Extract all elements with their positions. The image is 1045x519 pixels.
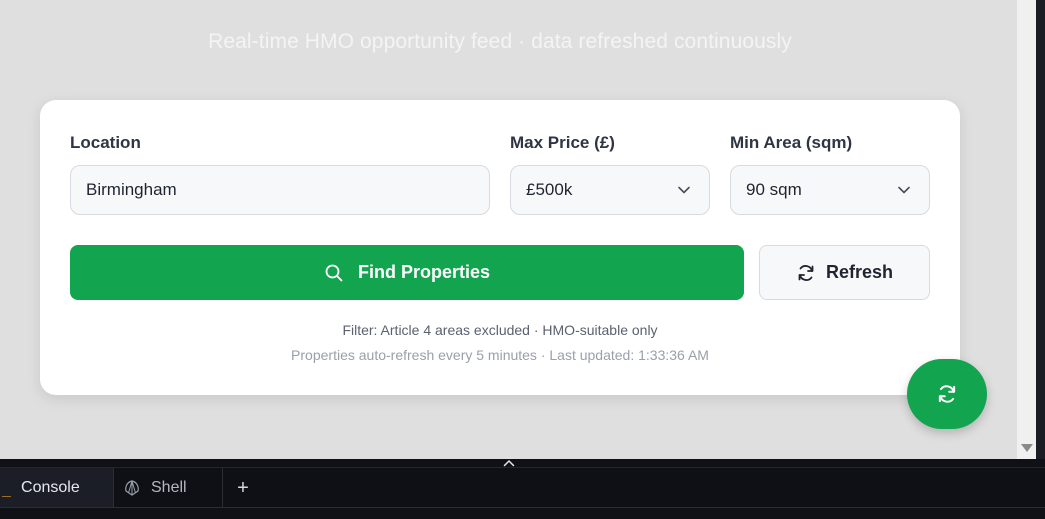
location-input[interactable]	[70, 165, 490, 215]
find-properties-label: Find Properties	[357, 262, 491, 282]
chevron-down-icon	[898, 186, 910, 194]
refresh-note: Properties auto-refresh every 5 minutes …	[291, 347, 709, 363]
shell-icon	[125, 480, 139, 496]
vertical-scrollbar[interactable]	[1017, 0, 1036, 459]
min-area-label: Min Area (sqm)	[730, 133, 853, 152]
refresh-label: Refresh	[825, 262, 894, 282]
floating-refresh-button[interactable]	[907, 359, 987, 429]
refresh-button[interactable]: Refresh	[759, 245, 930, 300]
page-subtitle: Real-time HMO opportunity feed · data re…	[208, 30, 792, 53]
app-viewport: Real-time HMO opportunity feed · data re…	[0, 0, 1017, 459]
panel-resize-handle[interactable]	[0, 459, 1045, 467]
max-price-select[interactable]: £500k	[510, 165, 710, 215]
max-price-value: £500k	[526, 180, 573, 199]
console-icon: _	[2, 479, 12, 497]
max-price-label: Max Price (£)	[510, 133, 615, 152]
status-strip	[0, 507, 1045, 519]
window-edge	[1036, 0, 1045, 459]
filter-note: Filter: Article 4 areas excluded · HMO-s…	[342, 322, 658, 338]
search-icon	[325, 264, 343, 281]
add-tab-button[interactable]: +	[232, 468, 254, 508]
min-area-value: 90 sqm	[746, 180, 802, 199]
tab-console-label: Console	[21, 479, 80, 496]
tab-console[interactable]: _ Console	[0, 468, 114, 508]
search-card: Location Max Price (£) £500k Min Area (s…	[40, 100, 960, 395]
refresh-icon	[938, 385, 956, 403]
tab-shell[interactable]: Shell	[114, 468, 223, 508]
scroll-down-arrow-icon[interactable]	[1021, 444, 1033, 452]
bottom-tab-bar: _ Console Shell +	[0, 467, 1045, 508]
chevron-up-icon[interactable]	[503, 459, 515, 467]
refresh-icon	[798, 264, 814, 281]
chevron-down-icon	[678, 186, 690, 194]
location-label: Location	[70, 133, 141, 152]
find-properties-button[interactable]: Find Properties	[70, 245, 744, 300]
min-area-select[interactable]: 90 sqm	[730, 165, 930, 215]
tab-shell-label: Shell	[151, 479, 187, 496]
